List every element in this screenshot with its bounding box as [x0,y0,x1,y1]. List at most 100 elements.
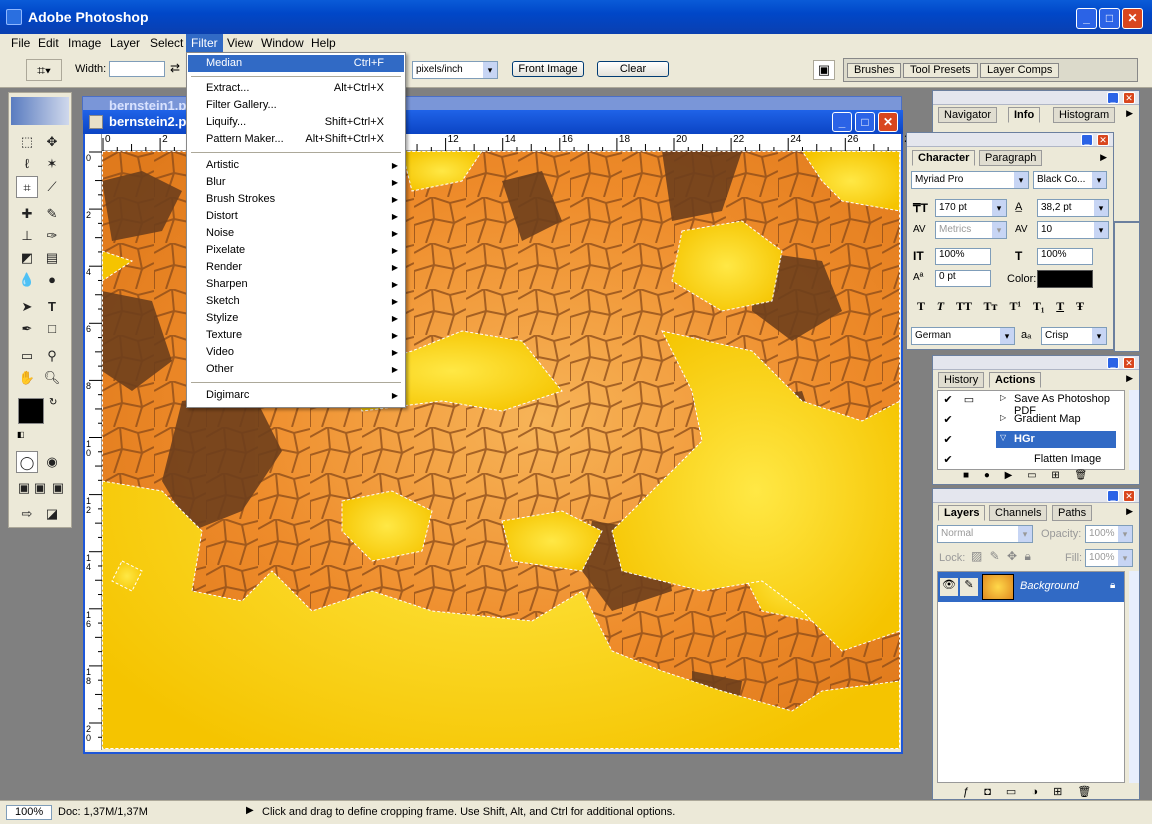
leading-select[interactable]: 38,2 pt [1037,199,1109,217]
minimize-button[interactable]: _ [1076,8,1097,29]
swap-icon[interactable]: ⇄ [170,61,180,75]
magic-wand-icon[interactable]: ✶ [41,153,63,175]
status-arrow-icon[interactable]: ▶ [246,805,254,816]
panel-minimize-button[interactable]: _ [1107,490,1119,502]
menu-file[interactable]: File [6,34,35,52]
layer-row[interactable]: 👁︎ ✎ Background 🔒︎ [938,572,1124,602]
tab-layers[interactable]: Layers [938,505,986,521]
record-icon[interactable]: ● [984,470,990,481]
panel-close-button[interactable]: ✕ [1097,134,1109,146]
swap-colors-icon[interactable]: ↻ [49,397,57,408]
panel-menu-arrow-icon[interactable]: ▶ [1100,152,1107,163]
lock-icons[interactable]: ▨ ✎ ✥ 🔒︎ [971,549,1031,564]
well-tab-brushes[interactable]: Brushes [847,63,902,78]
filter-submenu-distort[interactable]: Distort ▶ [188,208,404,225]
menu-layer[interactable]: Layer [105,34,145,52]
blend-mode-select[interactable]: Normal [937,525,1033,543]
marquee-tool-icon[interactable]: ⬚ [16,131,38,153]
panel-menu-arrow-icon[interactable]: ▶ [1126,108,1133,119]
action-item[interactable]: Gradient Map [1014,413,1081,425]
bold-style-icon[interactable]: T [917,299,925,313]
italic-style-icon[interactable]: T [937,299,944,313]
baseline-shift-field[interactable]: 0 pt [935,270,991,287]
filter-menu-item-extract[interactable]: Extract... Alt+Ctrl+X [188,80,404,97]
fill-field[interactable]: 100% [1085,549,1133,567]
panel-minimize-button[interactable]: _ [1107,357,1119,369]
eyedropper-icon[interactable]: ⚲ [41,345,63,367]
tab-paths[interactable]: Paths [1052,505,1093,521]
foreground-color-swatch[interactable] [18,398,44,424]
filter-menu-item-liquify[interactable]: Liquify... Shift+Ctrl+X [188,114,404,131]
crop-tool-preset-icon[interactable]: ⌗▾ [26,59,62,81]
filter-submenu-noise[interactable]: Noise ▶ [188,225,404,242]
clear-button[interactable]: Clear [597,61,669,77]
action-toggle-checkbox[interactable]: ✔ [941,413,955,427]
maximize-button[interactable]: □ [1099,8,1120,29]
front-image-button[interactable]: Front Image [512,61,584,77]
action-toggle-checkbox[interactable]: ✔ [941,393,955,407]
doc-size-info[interactable]: Doc: 1,37M/1,37M [58,806,148,818]
kerning-select[interactable]: Metrics [935,221,1007,239]
subscript-icon[interactable]: T₁ [1033,299,1045,313]
play-icon[interactable]: ▶ [1005,470,1013,481]
panel-menu-arrow-icon[interactable]: ▶ [1126,373,1133,384]
text-color-swatch[interactable] [1037,270,1093,288]
language-select[interactable]: German [911,327,1015,345]
default-colors-icon[interactable]: ◧ [17,430,25,439]
clone-stamp-icon[interactable]: ⊥ [16,225,38,247]
panel-close-button[interactable]: ✕ [1123,357,1135,369]
document-maximize-button[interactable]: □ [855,112,875,132]
layer-style-icon[interactable]: ƒ [963,786,969,798]
type-tool-icon[interactable]: T [41,296,63,318]
notes-tool-icon[interactable]: ▭ [16,345,38,367]
filter-submenu-pixelate[interactable]: Pixelate ▶ [188,242,404,259]
brush-tool-icon[interactable]: ✎ [41,203,63,225]
tab-navigator[interactable]: Navigator [938,107,998,123]
action-step[interactable]: Flatten Image [1034,453,1101,465]
width-field[interactable] [109,61,165,77]
filter-submenu-blur[interactable]: Blur ▶ [188,174,404,191]
filter-menu-item-pattern-maker[interactable]: Pattern Maker... Alt+Shift+Ctrl+X [188,131,404,148]
filter-submenu-other[interactable]: Other ▶ [188,361,404,378]
collapse-triangle-icon[interactable]: ▽ [1000,433,1006,442]
horizontal-scale-field[interactable]: 100% [1037,248,1093,265]
filter-menu-item-median[interactable]: Median Ctrl+F [188,55,404,72]
resolution-units-select[interactable]: pixels/inch [412,61,498,79]
new-group-icon[interactable]: ▭ [1006,786,1016,798]
menu-window[interactable]: Window [256,34,309,52]
panel-minimize-button[interactable]: _ [1107,92,1119,104]
visibility-eye-icon[interactable]: 👁︎ [940,578,958,596]
dodge-tool-icon[interactable]: ● [41,269,63,291]
filter-submenu-sketch[interactable]: Sketch ▶ [188,293,404,310]
new-set-icon[interactable]: ▭ [1027,470,1036,481]
layer-mask-icon[interactable]: ◘ [984,786,991,798]
small-caps-icon[interactable]: Tт [984,299,998,313]
well-tab-layer-comps[interactable]: Layer Comps [980,63,1060,78]
crop-tool-icon[interactable]: ⌗ [16,176,38,198]
hand-tool-icon[interactable]: ✋ [16,367,38,389]
tab-history[interactable]: History [938,372,985,388]
palette-well-icon[interactable]: ▣ [813,60,835,80]
panel-close-button[interactable]: ✕ [1123,490,1135,502]
panel-menu-arrow-icon[interactable]: ▶ [1126,506,1133,517]
menu-view[interactable]: View [222,34,258,52]
menu-edit[interactable]: Edit [33,34,64,52]
filter-submenu-artistic[interactable]: Artistic ▶ [188,157,404,174]
layers-scrollbar[interactable] [1129,571,1139,783]
close-button[interactable]: ✕ [1122,8,1143,29]
tab-channels[interactable]: Channels [989,505,1048,521]
underline-icon[interactable]: T [1056,299,1064,313]
text-style-buttons[interactable]: T T TT Tт T¹ T₁ T Ŧ [917,299,1084,314]
vertical-scale-field[interactable]: 100% [935,248,991,265]
quick-mask-icon[interactable]: ◉ [41,451,63,473]
document-minimize-button[interactable]: _ [832,112,852,132]
font-style-select[interactable]: Black Co... [1033,171,1107,189]
pen-tool-icon[interactable]: ✒ [16,318,38,340]
filter-submenu-brush-strokes[interactable]: Brush Strokes ▶ [188,191,404,208]
brush-link-icon[interactable]: ✎ [960,578,978,596]
all-caps-icon[interactable]: TT [956,299,972,313]
zoom-field[interactable]: 100% [6,805,52,820]
tab-actions[interactable]: Actions [989,372,1042,388]
eraser-icon[interactable]: ◩ [16,247,38,269]
action-toggle-checkbox[interactable]: ✔ [941,453,955,467]
